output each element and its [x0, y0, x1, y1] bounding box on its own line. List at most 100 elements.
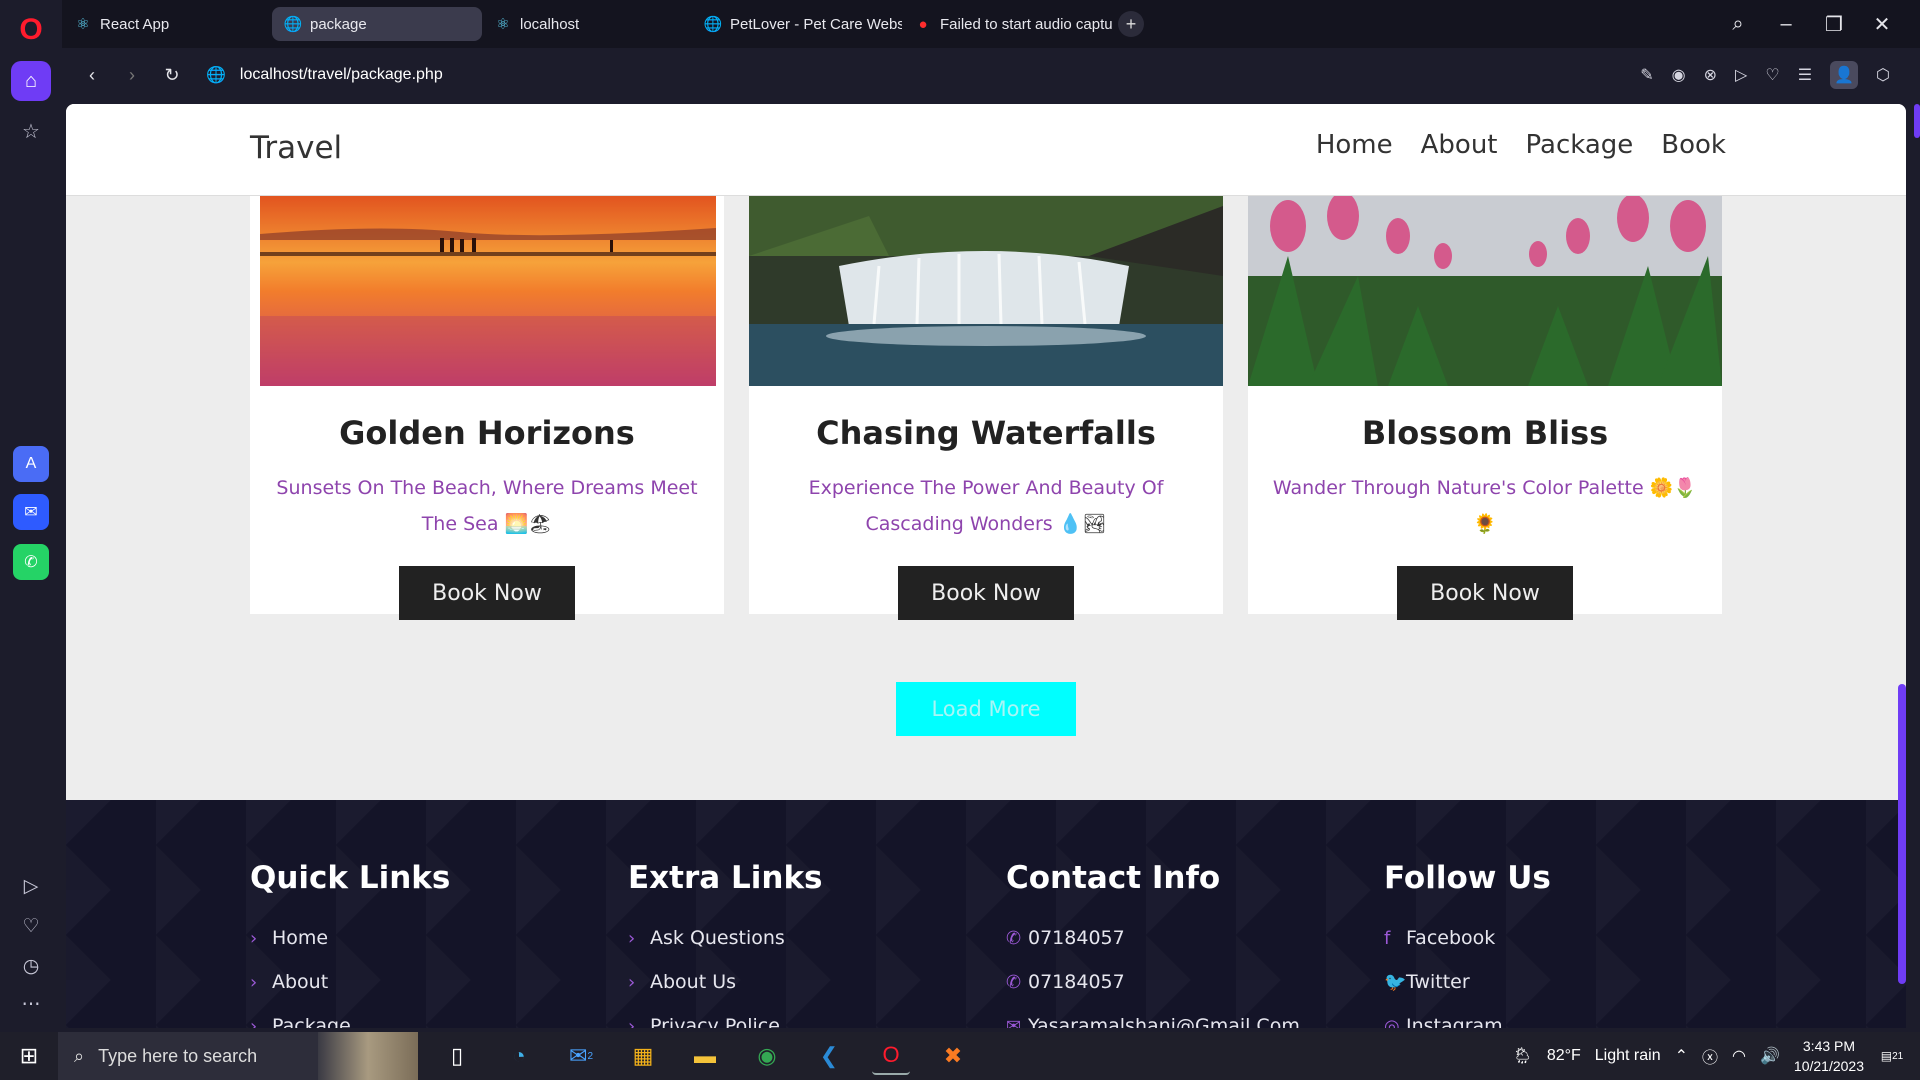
- weather-temp[interactable]: 82°F: [1547, 1047, 1581, 1065]
- social-facebook[interactable]: f Facebook: [1384, 916, 1684, 960]
- store-icon[interactable]: ▦: [624, 1037, 662, 1075]
- tab-strip: ⚛ React App 🌐 package ⚛ localhost 🌐 PetL…: [62, 0, 1920, 48]
- contact-phone[interactable]: ✆ 07184057: [1006, 960, 1306, 1004]
- home-icon[interactable]: ⌂: [11, 61, 51, 101]
- social-instagram[interactable]: ◎ Instagram: [1384, 1004, 1684, 1028]
- camera-icon[interactable]: ◉: [1672, 65, 1686, 85]
- site-nav: Home About Package Book: [1316, 130, 1726, 160]
- adblock-icon[interactable]: ⊗: [1704, 65, 1717, 85]
- footer-link[interactable]: › About Us: [628, 960, 928, 1004]
- minimize-icon[interactable]: –: [1764, 13, 1808, 36]
- footer-link[interactable]: › Home: [250, 916, 550, 960]
- book-now-button[interactable]: Book Now: [399, 566, 575, 620]
- tab-audio-capture[interactable]: ● Failed to start audio captu: [902, 7, 1112, 41]
- notifications-icon[interactable]: ▤ 21: [1878, 1042, 1906, 1070]
- xampp-icon[interactable]: ✖: [934, 1037, 972, 1075]
- taskbar: ⊞ ⌕ Type here to search ▯ ◔ ✉ 2 ▦ ▬ ◉ ❮ O…: [0, 1032, 1920, 1080]
- clock-date: 10/21/2023: [1793, 1058, 1864, 1074]
- back-icon[interactable]: ‹: [72, 65, 112, 86]
- tab-react-app[interactable]: ⚛ React App: [62, 7, 272, 41]
- footer-heading: Follow Us: [1384, 860, 1551, 896]
- tab-package[interactable]: 🌐 package: [272, 7, 482, 41]
- book-now-button[interactable]: Book Now: [1397, 566, 1573, 620]
- nav-book[interactable]: Book: [1661, 130, 1726, 160]
- tab-petlover[interactable]: 🌐 PetLover - Pet Care Websi: [692, 7, 902, 41]
- phone-icon: ✆: [1006, 927, 1022, 949]
- chrome-icon[interactable]: ◉: [748, 1037, 786, 1075]
- nav-package[interactable]: Package: [1526, 130, 1634, 160]
- footer-link[interactable]: › Package: [250, 1004, 550, 1028]
- mail-icon[interactable]: ✉ 2: [562, 1037, 600, 1075]
- windows-start-icon[interactable]: ⊞: [0, 1043, 58, 1069]
- volume-icon[interactable]: 🔊: [1760, 1046, 1780, 1066]
- easy-setup-icon[interactable]: ☰: [1798, 65, 1812, 85]
- opera-logo-icon[interactable]: O: [11, 10, 51, 50]
- close-icon[interactable]: ✕: [1860, 12, 1904, 37]
- contact-email[interactable]: ✉ Yasaramalshani@Gmail.Com: [1006, 1004, 1306, 1028]
- history-icon[interactable]: ◷: [11, 946, 51, 986]
- heart-icon[interactable]: ♡: [11, 906, 51, 946]
- url-field[interactable]: 🌐 localhost/travel/package.php: [206, 65, 443, 85]
- reload-icon[interactable]: ↻: [152, 65, 192, 86]
- chevron-right-icon: ›: [250, 971, 258, 993]
- new-tab-button[interactable]: +: [1118, 11, 1144, 37]
- nav-home[interactable]: Home: [1316, 130, 1393, 160]
- footer-link[interactable]: › Privacy Police: [628, 1004, 928, 1028]
- footer-heading: Quick Links: [250, 860, 451, 896]
- footer-link[interactable]: › About: [250, 960, 550, 1004]
- package-cards: Golden Horizons Sunsets On The Beach, Wh…: [250, 164, 1722, 620]
- sunset-image: [260, 196, 716, 386]
- sidebar-edge: [1914, 104, 1920, 138]
- chevron-right-icon: ›: [628, 971, 636, 993]
- contact-phone[interactable]: ✆ 07184057: [1006, 916, 1306, 960]
- search-placeholder[interactable]: Type here to search: [98, 1046, 257, 1067]
- search-tabs-icon[interactable]: ⌕: [1716, 13, 1760, 36]
- more-icon[interactable]: ⋯: [11, 984, 51, 1024]
- taskbar-search[interactable]: ⌕ Type here to search: [58, 1032, 418, 1080]
- notification-count: 21: [1892, 1050, 1904, 1062]
- player-icon[interactable]: ▷: [11, 866, 51, 906]
- file-explorer-icon[interactable]: ▬: [686, 1037, 724, 1075]
- record-icon: ●: [918, 15, 928, 33]
- language-icon[interactable]: ⓧ: [1702, 1044, 1718, 1068]
- contact-info: Contact Info ✆ 07184057 ✆ 07184057 ✉ Yasara…: [1006, 860, 1306, 1028]
- forward-icon[interactable]: ›: [112, 65, 152, 86]
- search-icon: ⌕: [74, 1045, 85, 1066]
- url-text[interactable]: localhost/travel/package.php: [240, 66, 443, 84]
- heart-icon[interactable]: ♡: [1765, 65, 1779, 85]
- package-title: Chasing Waterfalls: [816, 414, 1156, 452]
- book-now-button[interactable]: Book Now: [898, 566, 1074, 620]
- star-icon[interactable]: ☆: [11, 111, 51, 151]
- profile-icon[interactable]: 👤: [1830, 61, 1859, 89]
- chevron-up-icon[interactable]: ⌃: [1675, 1046, 1688, 1066]
- site-logo[interactable]: Travel: [250, 130, 342, 166]
- aria-ai-icon[interactable]: A: [13, 446, 49, 482]
- vscode-icon[interactable]: ❮: [810, 1037, 848, 1075]
- twitter-icon: 🐦: [1384, 971, 1407, 993]
- extra-links: Extra Links › Ask Questions › About Us › Pr…: [628, 860, 928, 1028]
- social-twitter[interactable]: 🐦 Twitter: [1384, 960, 1684, 1004]
- phone-icon: ✆: [1006, 971, 1022, 993]
- whatsapp-icon[interactable]: ✆: [13, 544, 49, 580]
- quick-links: Quick Links › Home › About › Package: [250, 860, 550, 1028]
- load-more-button[interactable]: Load More: [896, 682, 1076, 736]
- tab-localhost[interactable]: ⚛ localhost: [482, 7, 692, 41]
- task-view-icon[interactable]: ▯: [438, 1037, 476, 1075]
- clock[interactable]: 3:43 PM 10/21/2023: [1794, 1036, 1864, 1076]
- messenger-icon[interactable]: ✉: [13, 494, 49, 530]
- cube-icon[interactable]: ⬡: [1876, 65, 1890, 85]
- weather-desc[interactable]: Light rain: [1595, 1047, 1661, 1065]
- envelope-icon: ✉: [1006, 1015, 1022, 1029]
- wifi-icon[interactable]: ◠: [1732, 1046, 1746, 1066]
- edge-icon[interactable]: ◔: [500, 1037, 538, 1075]
- site-info-icon[interactable]: 🌐: [206, 65, 226, 85]
- opera-icon[interactable]: O: [872, 1037, 910, 1075]
- scrollbar[interactable]: [1898, 684, 1906, 984]
- nav-about[interactable]: About: [1421, 130, 1498, 160]
- edit-icon[interactable]: ✎: [1640, 65, 1653, 85]
- weather-icon[interactable]: 🌦: [1513, 1046, 1533, 1066]
- footer-link[interactable]: › Ask Questions: [628, 916, 928, 960]
- send-icon[interactable]: ▷: [1735, 65, 1747, 85]
- pinned-apps: ▯ ◔ ✉ 2 ▦ ▬ ◉ ❮ O ✖: [438, 1037, 972, 1075]
- restore-icon[interactable]: ❐: [1812, 12, 1856, 37]
